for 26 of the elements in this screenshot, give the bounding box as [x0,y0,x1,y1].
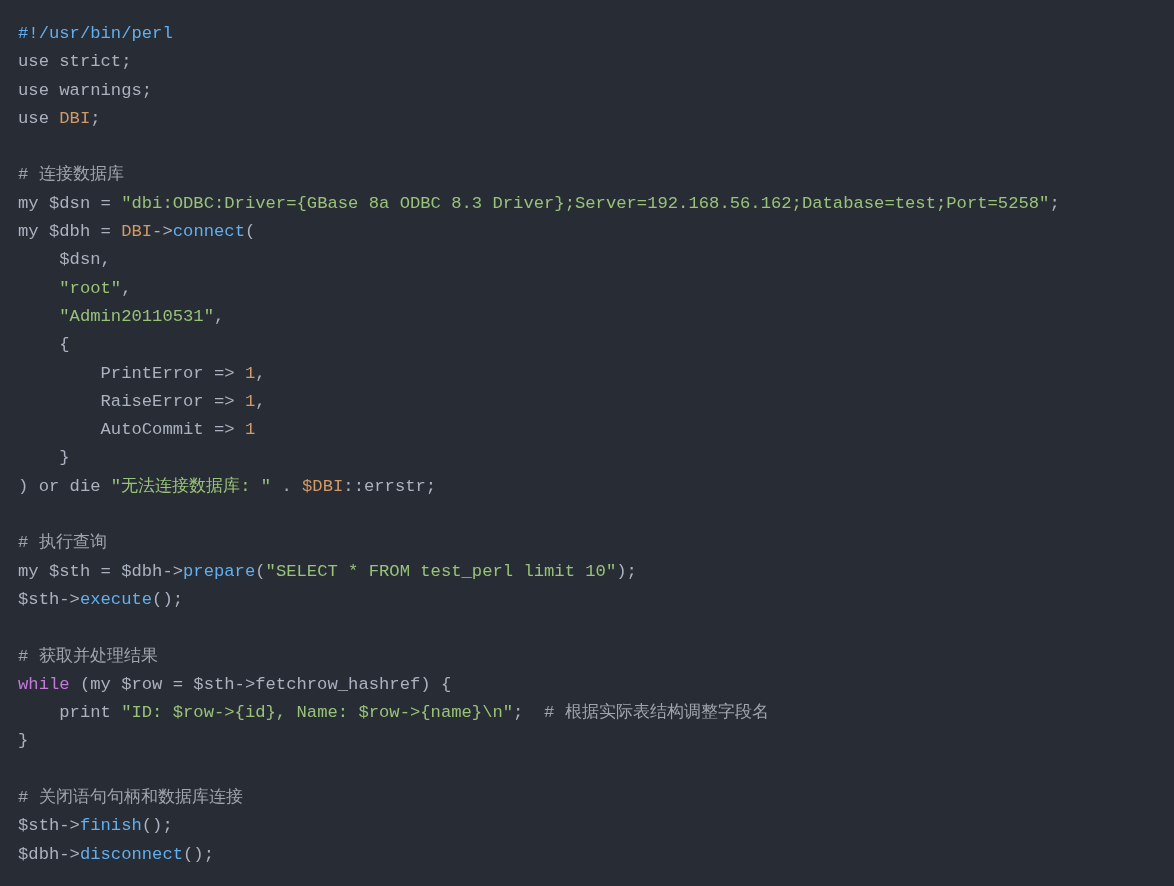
code-line: } [58,447,70,470]
code-line: #!/usr/bin/perl [18,23,173,45]
code-line: "root", [58,277,132,300]
code-line: $dbh->disconnect(); [18,843,214,866]
code-line: # 连接数据库 [18,163,124,187]
code-line: my $dbh = DBI->connect( [18,221,256,244]
code-line: PrintError => 1, [99,362,266,385]
code-line: print "ID: $row->{id}, Name: $row->{name}\n"; # 根据实际表结构调整字段名 [58,701,769,725]
code-line: ) or die "无法连接数据库: " . $DBI::errstr; [18,475,437,498]
code-line: { [58,334,70,357]
code-line: RaiseError => 1, [99,390,266,413]
code-line: $sth->execute(); [18,588,184,611]
code-line: # 关闭语句句柄和数据库连接 [18,786,243,809]
code-line: "Admin20110531", [58,305,225,328]
code-line: } [18,730,29,753]
code-line: $sth->finish(); [18,815,173,838]
code-line: my $sth = $dbh->prepare("SELECT * FROM test_perl limit 10"); [18,560,637,583]
code-line: $dsn, [58,249,111,272]
code-line: AutoCommit => 1 [99,419,256,442]
code-line: my $dsn = "dbi:ODBC:Driver={GBase 8a ODBC 8.3 Driver};Server=192.168.56.162;Database=test;Port=5258"; [18,192,1060,215]
code-line: use strict; [18,51,132,74]
code-line: use warnings; [18,79,153,102]
code-line: # 执行查询 [18,532,107,555]
code-line: # 获取并处理结果 [18,645,158,668]
code-line: while (my $row = $sth->fetchrow_hashref) { [18,673,452,696]
code-line: use DBI; [18,107,101,130]
